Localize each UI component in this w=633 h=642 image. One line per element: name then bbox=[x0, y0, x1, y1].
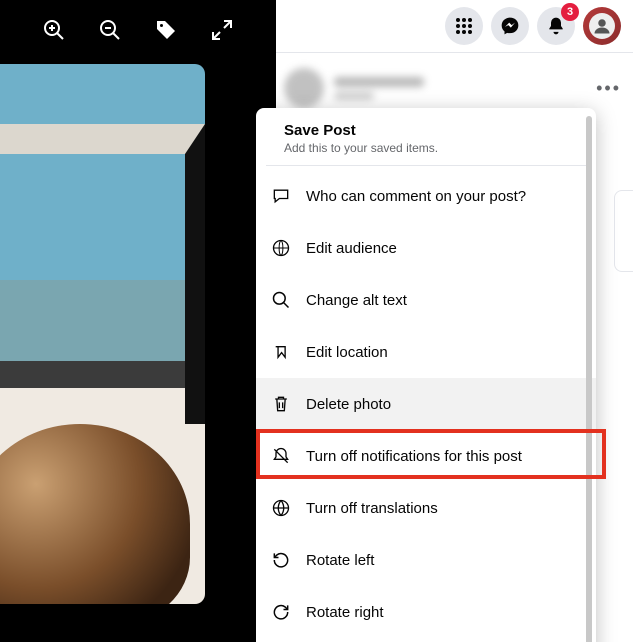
bell-off-icon bbox=[270, 445, 292, 467]
menu-item-who-can-comment[interactable]: Who can comment on your post? bbox=[256, 170, 596, 222]
menu-item-edit-audience[interactable]: Edit audience bbox=[256, 222, 596, 274]
menu-item-download[interactable]: Download bbox=[256, 638, 596, 642]
menu-item-label: Edit location bbox=[306, 344, 388, 361]
rotate-left-icon bbox=[270, 549, 292, 571]
menu-item-label: Edit audience bbox=[306, 240, 397, 257]
photo-image bbox=[0, 64, 205, 604]
zoom-in-icon[interactable] bbox=[42, 18, 66, 42]
menu-item-rotate-right[interactable]: Rotate right bbox=[256, 586, 596, 638]
menu-divider bbox=[266, 165, 586, 166]
menu-item-label: Turn off notifications for this post bbox=[306, 448, 522, 465]
menu-scrollbar[interactable] bbox=[586, 116, 592, 642]
menu-item-label: Rotate left bbox=[306, 552, 374, 569]
menu-item-label: Turn off translations bbox=[306, 500, 438, 517]
menu-item-edit-location[interactable]: Edit location bbox=[256, 326, 596, 378]
messenger-button[interactable] bbox=[491, 7, 529, 45]
menu-item-label: Delete photo bbox=[306, 396, 391, 413]
zoom-out-icon[interactable] bbox=[98, 18, 122, 42]
trash-icon bbox=[270, 393, 292, 415]
account-avatar-button[interactable] bbox=[583, 7, 621, 45]
menu-item-label: Who can comment on your post? bbox=[306, 188, 526, 205]
menu-item-save-post[interactable]: Save Post Add this to your saved items. bbox=[256, 116, 596, 165]
photo-toolbar bbox=[0, 18, 276, 42]
photo-viewer-pane bbox=[0, 0, 276, 642]
location-icon bbox=[270, 341, 292, 363]
comment-icon bbox=[270, 185, 292, 207]
menu-item-label: Change alt text bbox=[306, 292, 407, 309]
menu-item-delete-photo[interactable]: Delete photo bbox=[256, 378, 596, 430]
rotate-right-icon bbox=[270, 601, 292, 623]
post-author-header bbox=[284, 66, 625, 110]
menu-item-change-alt-text[interactable]: Change alt text bbox=[256, 274, 596, 326]
globe-icon bbox=[270, 237, 292, 259]
translate-icon bbox=[270, 497, 292, 519]
right-edge-decor bbox=[614, 190, 633, 272]
fullscreen-icon[interactable] bbox=[210, 18, 234, 42]
top-nav-bar: 3 bbox=[276, 0, 633, 53]
right-pane: 3 ••• Save Post Add this to your saved i… bbox=[276, 0, 633, 642]
tag-icon[interactable] bbox=[154, 18, 178, 42]
save-post-subtitle: Add this to your saved items. bbox=[284, 141, 438, 155]
post-options-menu: Save Post Add this to your saved items. … bbox=[256, 108, 596, 642]
menu-item-label: Rotate right bbox=[306, 604, 384, 621]
menu-item-rotate-left[interactable]: Rotate left bbox=[256, 534, 596, 586]
notification-badge: 3 bbox=[561, 3, 579, 21]
save-post-title: Save Post bbox=[284, 122, 438, 139]
notifications-button[interactable]: 3 bbox=[537, 7, 575, 45]
menu-item-turn-off-translations[interactable]: Turn off translations bbox=[256, 482, 596, 534]
post-options-button[interactable]: ••• bbox=[596, 78, 621, 99]
search-icon bbox=[270, 289, 292, 311]
menu-grid-button[interactable] bbox=[445, 7, 483, 45]
menu-item-turn-off-notifications[interactable]: Turn off notifications for this post bbox=[256, 430, 596, 482]
